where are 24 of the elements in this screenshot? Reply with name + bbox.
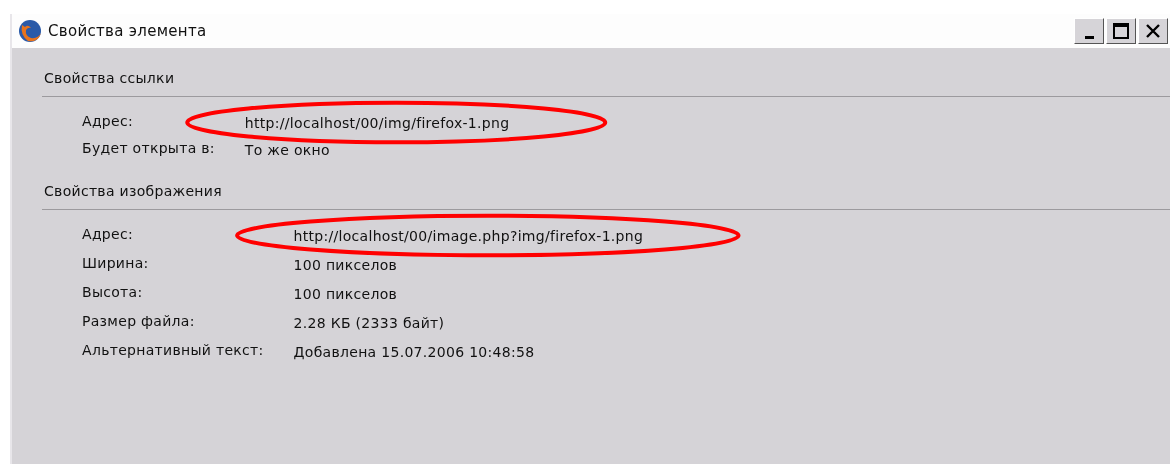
close-icon [1146, 24, 1160, 38]
property-value: 2.28 КБ (2333 байт) [293, 315, 445, 331]
property-value: То же окно [244, 142, 330, 158]
minimize-button[interactable] [1074, 18, 1104, 44]
window-title: Свойства элемента [48, 22, 208, 40]
property-label: Размер файла: [82, 313, 196, 331]
property-value: 100 пикселов [293, 286, 398, 302]
property-value: http://localhost/00/img/firefox-1.png [244, 115, 510, 131]
maximize-icon [1113, 23, 1129, 39]
section-title: Свойства ссылки [42, 70, 1170, 97]
property-label: Будет открыта в: [82, 140, 215, 158]
property-value: 100 пикселов [293, 257, 398, 273]
property-label: Адрес: [82, 113, 134, 131]
browser-logo-icon [18, 19, 42, 43]
minimize-icon [1084, 35, 1094, 39]
property-label: Ширина: [82, 255, 150, 273]
property-value: Добавлена 15.07.2006 10:48:58 [293, 344, 535, 360]
property-label: Адрес: [82, 226, 134, 244]
section-title: Свойства изображения [42, 183, 1170, 210]
maximize-button[interactable] [1106, 18, 1136, 44]
property-value: http://localhost/00/image.php?img/firefox-1.png [293, 228, 644, 244]
property-label: Высота: [82, 284, 144, 302]
property-label: Альтернативный текст: [82, 342, 264, 360]
close-button[interactable] [1138, 18, 1168, 44]
